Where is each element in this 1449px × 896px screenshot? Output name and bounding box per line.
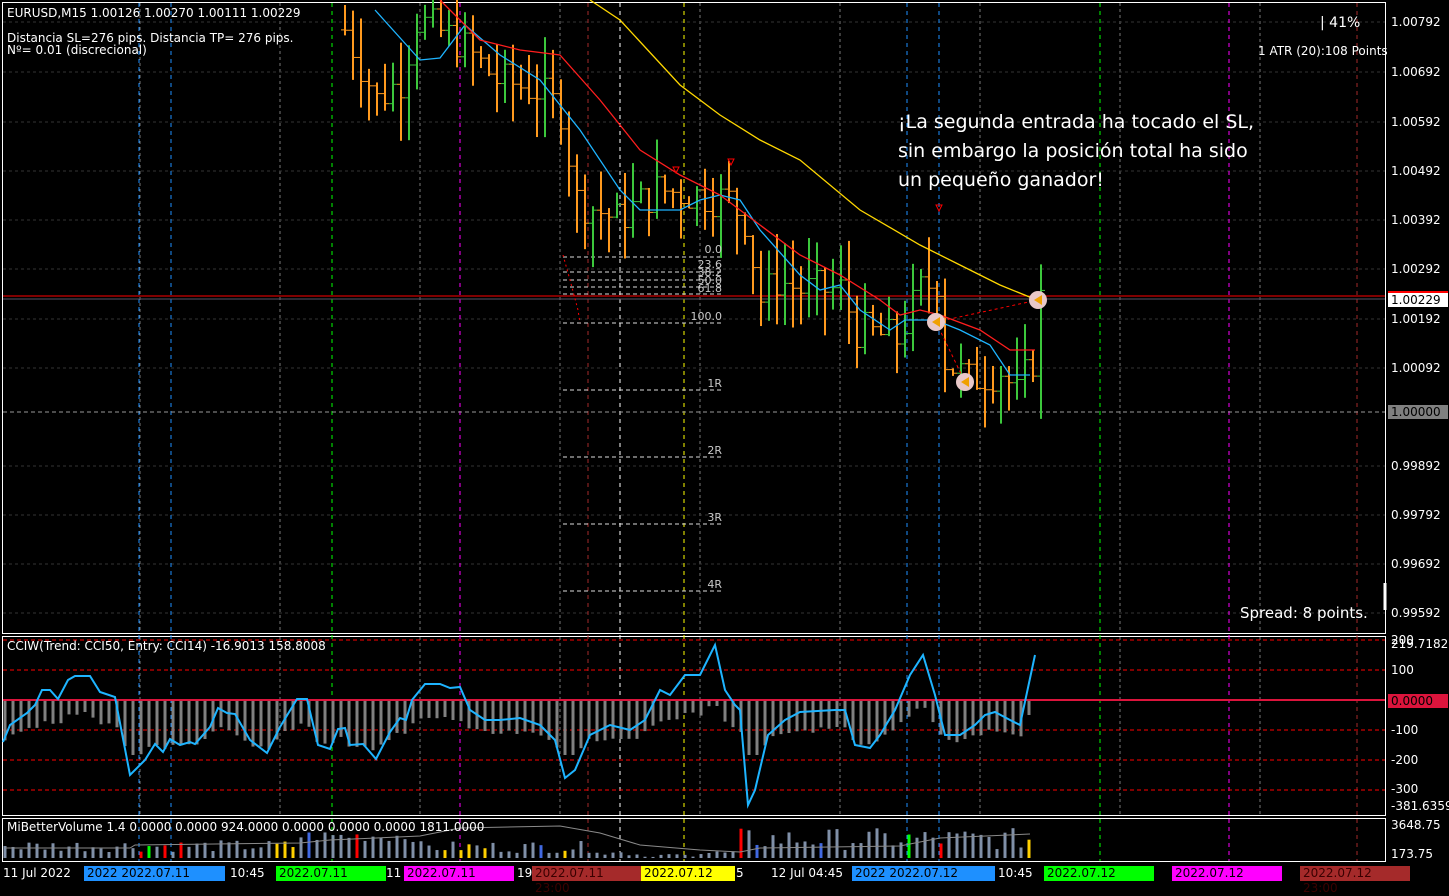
time-label: 12 Jul 04:45 (771, 866, 843, 880)
cci-zero-label: 0.0000 (1388, 694, 1448, 708)
price-tick: 1.00292 (1391, 262, 1441, 276)
time-label: 10:45 (230, 866, 265, 880)
volume-title: MiBetterVolume 1.4 0.0000 0.0000 924.000… (7, 820, 485, 834)
price-tick: 1.00692 (1391, 65, 1441, 79)
session-label-magenta: 2022.07.12 19:00 (1172, 866, 1282, 895)
price-tick: 0.99892 (1391, 459, 1441, 473)
annotation-line: sin embargo la posición total ha sido (898, 140, 1248, 162)
cci-tick: 219.7182 (1391, 637, 1449, 651)
annotation-line: un pequeño ganador! (898, 169, 1104, 191)
time-label: 5 (736, 866, 744, 880)
price-tick: 1.00192 (1391, 312, 1441, 326)
r-level-label: 4R (707, 578, 722, 591)
r-level-label: 2R (707, 444, 722, 457)
time-label: 11 Jul 2022 (3, 866, 71, 880)
annotation-text: ¡La segunda entrada ha tocado el SL, sin… (898, 108, 1254, 195)
annotation-line: ¡La segunda entrada ha tocado el SL, (898, 111, 1255, 133)
price-tick: 1.00392 (1391, 213, 1441, 227)
percent-info: | 41% (1320, 15, 1361, 31)
session-label-green: 2022.07.12 15:00 (1044, 866, 1154, 895)
session-label-yellow: 2022.07.12 02:00 (641, 866, 735, 881)
current-price-label: 1.00229 (1388, 291, 1448, 307)
lots-info: Nº= 0.01 (discrecional) (7, 43, 147, 57)
session-label-magenta: 2022.07.11 19:00 (404, 866, 514, 895)
cci-tick: -300 (1391, 782, 1419, 796)
spread-info: Spread: 8 points. (1240, 604, 1368, 622)
volume-tick: 3648.75 (1391, 818, 1441, 832)
price-tick: 1.00492 (1391, 164, 1441, 178)
price-tick: 0.99692 (1391, 557, 1441, 571)
symbol-ohlc: EURUSD,M15 1.00126 1.00270 1.00111 1.002… (7, 6, 301, 20)
price-tick: 1.00792 (1391, 15, 1441, 29)
session-label-brown: 2022.07.12 23:00 (1300, 866, 1410, 895)
fib-trend-line (562, 254, 581, 324)
session-label-green: 2022.07.11 15:00 (276, 866, 386, 895)
session-label-blue: 2022 2022.07.12 10:00 (852, 866, 995, 895)
cci-title: CCIW(Trend: CCI50, Entry: CCI14) -16.901… (7, 639, 326, 653)
level-price-label: 1.00000 (1388, 405, 1448, 419)
volume-tick: 173.75 (1391, 847, 1433, 861)
fib-label: 61.8 (697, 282, 723, 295)
session-label-brown: 2022.07.11 23:00 (532, 866, 641, 895)
time-label: 11 (386, 866, 402, 880)
fib-label: 0.0 (704, 243, 723, 256)
r-level-label: 1R (707, 377, 722, 390)
fib-label: 100.0 (690, 310, 723, 323)
price-tick: 1.00592 (1391, 115, 1441, 129)
sell-signal-icon (672, 166, 680, 175)
atr-info: 1 ATR (20):108 Points (1258, 44, 1388, 58)
session-label-blue: 2022 2022.07.11 10:00 (84, 866, 225, 895)
cci-tick: -200 (1391, 753, 1419, 767)
cci-tick: -100 (1391, 723, 1419, 737)
cci-tick: 100 (1391, 663, 1414, 677)
time-label: 10:45 (998, 866, 1033, 880)
r-level-label: 3R (707, 511, 722, 524)
price-tick: 0.99592 (1391, 606, 1441, 620)
cci-tick: -381.6359 (1391, 799, 1449, 813)
price-tick: 0.99792 (1391, 508, 1441, 522)
price-tick: 1.00092 (1391, 361, 1441, 375)
